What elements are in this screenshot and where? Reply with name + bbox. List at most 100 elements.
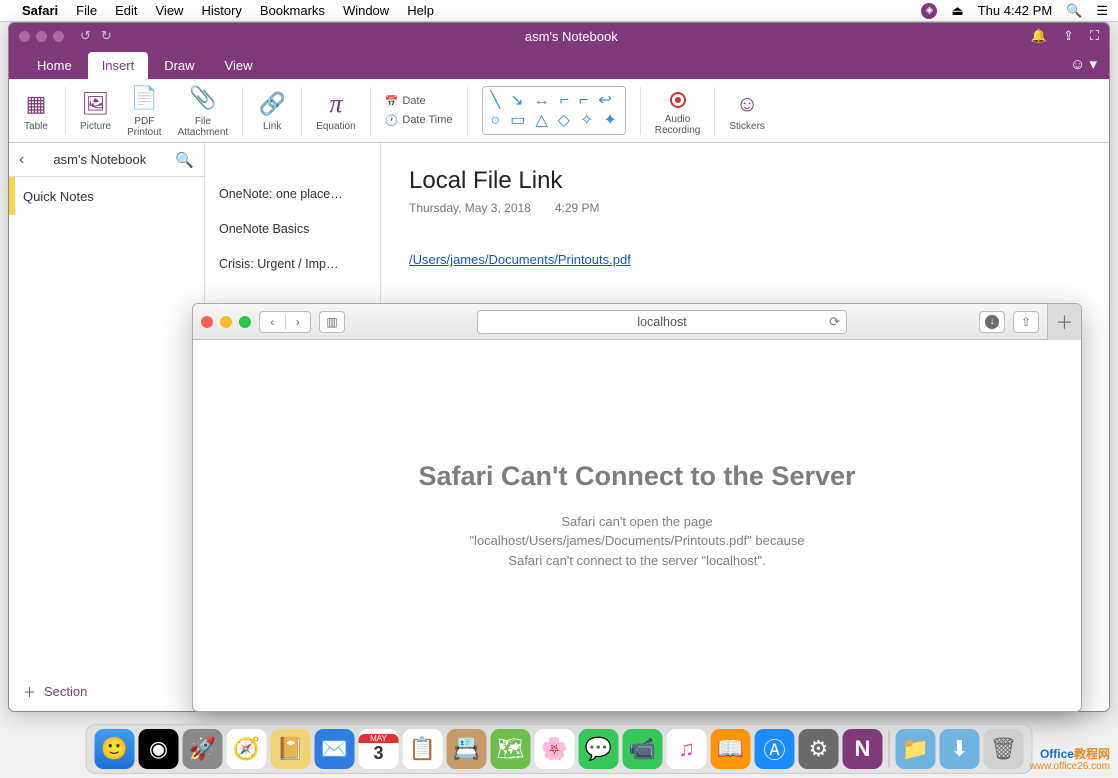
- safari-toolbar: ‹› ▥ localhost ⟳ ↓ ⇧ ⧉ ＋: [193, 304, 1081, 340]
- tab-insert[interactable]: Insert: [88, 52, 149, 79]
- dock-trash-icon[interactable]: 🗑: [984, 729, 1024, 769]
- dock-preferences-icon[interactable]: ⚙: [799, 729, 839, 769]
- page-item[interactable]: Crisis: Urgent / Imp…: [205, 247, 380, 282]
- dock-contacts-icon[interactable]: 📇: [447, 729, 487, 769]
- audio-recording-button[interactable]: Audio Recording: [649, 84, 707, 138]
- dock-safari-icon[interactable]: 🧭: [227, 729, 267, 769]
- fullscreen-icon[interactable]: ⛶: [1090, 28, 1099, 44]
- page-item[interactable]: OneNote Basics: [205, 212, 380, 247]
- app-menu[interactable]: Safari: [22, 3, 58, 18]
- datetime-icon: 🕐: [385, 114, 399, 127]
- insert-picture-button[interactable]: 🖼Picture: [74, 87, 117, 134]
- dock-itunes-icon[interactable]: ♫: [667, 729, 707, 769]
- insert-file-button[interactable]: 📎File Attachment: [172, 82, 235, 140]
- file-link[interactable]: /Users/james/Documents/Printouts.pdf: [409, 252, 631, 267]
- stickers-button[interactable]: ☺Stickers: [723, 87, 771, 134]
- add-section-button[interactable]: ＋Section: [9, 672, 204, 711]
- dock-notes-icon[interactable]: 📔: [271, 729, 311, 769]
- downloads-button[interactable]: ↓: [979, 311, 1005, 333]
- error-heading: Safari Can't Connect to the Server: [253, 460, 1021, 494]
- attachment-icon: 📎: [189, 84, 216, 114]
- pdf-icon: 📄: [131, 84, 158, 114]
- insert-link-button[interactable]: 🔗Link: [251, 87, 293, 134]
- reload-icon[interactable]: ⟳: [829, 314, 840, 330]
- sidebar-button[interactable]: ▥: [319, 311, 345, 333]
- dock-onenote-icon[interactable]: N: [843, 729, 883, 769]
- notification-icon[interactable]: 🔔: [1031, 28, 1047, 44]
- sticker-icon: ☺: [736, 89, 758, 119]
- dock-photos-icon[interactable]: 🌸: [535, 729, 575, 769]
- spotlight-icon[interactable]: 🔍: [1066, 3, 1082, 19]
- insert-date-button[interactable]: 📅Date: [385, 95, 453, 108]
- dock-facetime-icon[interactable]: 📹: [623, 729, 663, 769]
- dock-siri-icon[interactable]: ◉: [139, 729, 179, 769]
- dock-mail-icon[interactable]: ✉️: [315, 729, 355, 769]
- share-button[interactable]: ⇧: [1013, 311, 1039, 333]
- safari-window: ‹› ▥ localhost ⟳ ↓ ⇧ ⧉ ＋ Safari Can't Co…: [192, 303, 1082, 712]
- menu-help[interactable]: Help: [407, 3, 434, 18]
- airplay-icon[interactable]: ⏏: [951, 3, 963, 19]
- error-body: Safari can't open the page "localhost/Us…: [253, 512, 1021, 571]
- dock-appstore-icon[interactable]: Ⓐ: [755, 729, 795, 769]
- menu-window[interactable]: Window: [343, 3, 389, 18]
- dock-reminders-icon[interactable]: 📋: [403, 729, 443, 769]
- link-icon: 🔗: [258, 89, 285, 119]
- menu-file[interactable]: File: [76, 3, 97, 18]
- dock-downloads-icon[interactable]: ⬇: [940, 729, 980, 769]
- feedback-icon[interactable]: ☺ ▾: [1070, 55, 1109, 79]
- insert-datetime-button[interactable]: 🕐Date Time: [385, 114, 453, 127]
- tab-home[interactable]: Home: [23, 52, 86, 79]
- share-icon[interactable]: ⇪: [1063, 28, 1074, 44]
- window-controls[interactable]: [201, 316, 251, 328]
- notebook-column: ‹ asm's Notebook 🔍 Quick Notes ＋Section: [9, 143, 205, 711]
- back-icon[interactable]: ‹: [19, 151, 24, 169]
- share-icon: ⇧: [1021, 315, 1031, 329]
- page-date: Thursday, May 3, 2018: [409, 201, 531, 215]
- section-color-bar: [9, 177, 15, 215]
- download-icon: ↓: [985, 315, 999, 329]
- insert-pdf-button[interactable]: 📄PDF Printout: [121, 82, 167, 140]
- address-bar[interactable]: localhost ⟳: [477, 310, 847, 334]
- notebook-title[interactable]: asm's Notebook: [53, 152, 146, 167]
- clock[interactable]: Thu 4:42 PM: [978, 3, 1052, 18]
- menu-view[interactable]: View: [156, 3, 184, 18]
- status-diamond-icon[interactable]: ◈: [921, 3, 937, 19]
- watermark: Office教程网 www.office26.com: [1030, 748, 1110, 772]
- page-item[interactable]: OneNote: one place…: [205, 177, 380, 212]
- address-text: localhost: [637, 315, 686, 329]
- menu-bookmarks[interactable]: Bookmarks: [260, 3, 325, 18]
- onenote-titlebar: ↺ ↻ asm's Notebook 🔔 ⇪ ⛶: [9, 23, 1109, 49]
- tab-draw[interactable]: Draw: [150, 52, 208, 79]
- menu-list-icon[interactable]: ☰: [1096, 3, 1108, 19]
- equation-icon: π: [329, 89, 342, 119]
- dock-launchpad-icon[interactable]: 🚀: [183, 729, 223, 769]
- table-icon: ▦: [26, 89, 47, 119]
- section-quick-notes[interactable]: Quick Notes: [9, 177, 204, 216]
- dock-ibooks-icon[interactable]: 📖: [711, 729, 751, 769]
- menu-edit[interactable]: Edit: [115, 3, 137, 18]
- tab-view[interactable]: View: [211, 52, 267, 79]
- back-icon: ‹: [260, 315, 286, 329]
- plus-icon: ＋: [23, 682, 36, 701]
- page-title[interactable]: Local File Link: [409, 167, 1081, 195]
- shapes-gallery[interactable]: ╲↘↔⌐⌐↩ ○▭△◇✧✦: [482, 86, 626, 134]
- dock-messages-icon[interactable]: 💬: [579, 729, 619, 769]
- dock-maps-icon[interactable]: 🗺: [491, 729, 531, 769]
- insert-equation-button[interactable]: πEquation: [310, 87, 361, 134]
- nav-back-forward[interactable]: ‹›: [259, 311, 311, 333]
- page-time: 4:29 PM: [555, 201, 600, 215]
- date-icon: 📅: [385, 95, 399, 108]
- dock-folder-icon[interactable]: 📁: [896, 729, 936, 769]
- dock-finder-icon[interactable]: 🙂: [95, 729, 135, 769]
- sidebar-icon: ▥: [326, 315, 337, 329]
- window-controls[interactable]: [19, 31, 64, 42]
- forward-icon: ›: [286, 315, 311, 329]
- menu-history[interactable]: History: [201, 3, 241, 18]
- new-tab-button[interactable]: ＋: [1047, 304, 1081, 340]
- redo-icon[interactable]: ↻: [101, 28, 112, 44]
- search-icon[interactable]: 🔍: [175, 151, 194, 169]
- undo-icon[interactable]: ↺: [80, 28, 91, 44]
- picture-icon: 🖼: [82, 89, 110, 119]
- dock-calendar-icon[interactable]: MAY3: [359, 729, 399, 769]
- insert-table-button[interactable]: ▦Table: [15, 87, 57, 134]
